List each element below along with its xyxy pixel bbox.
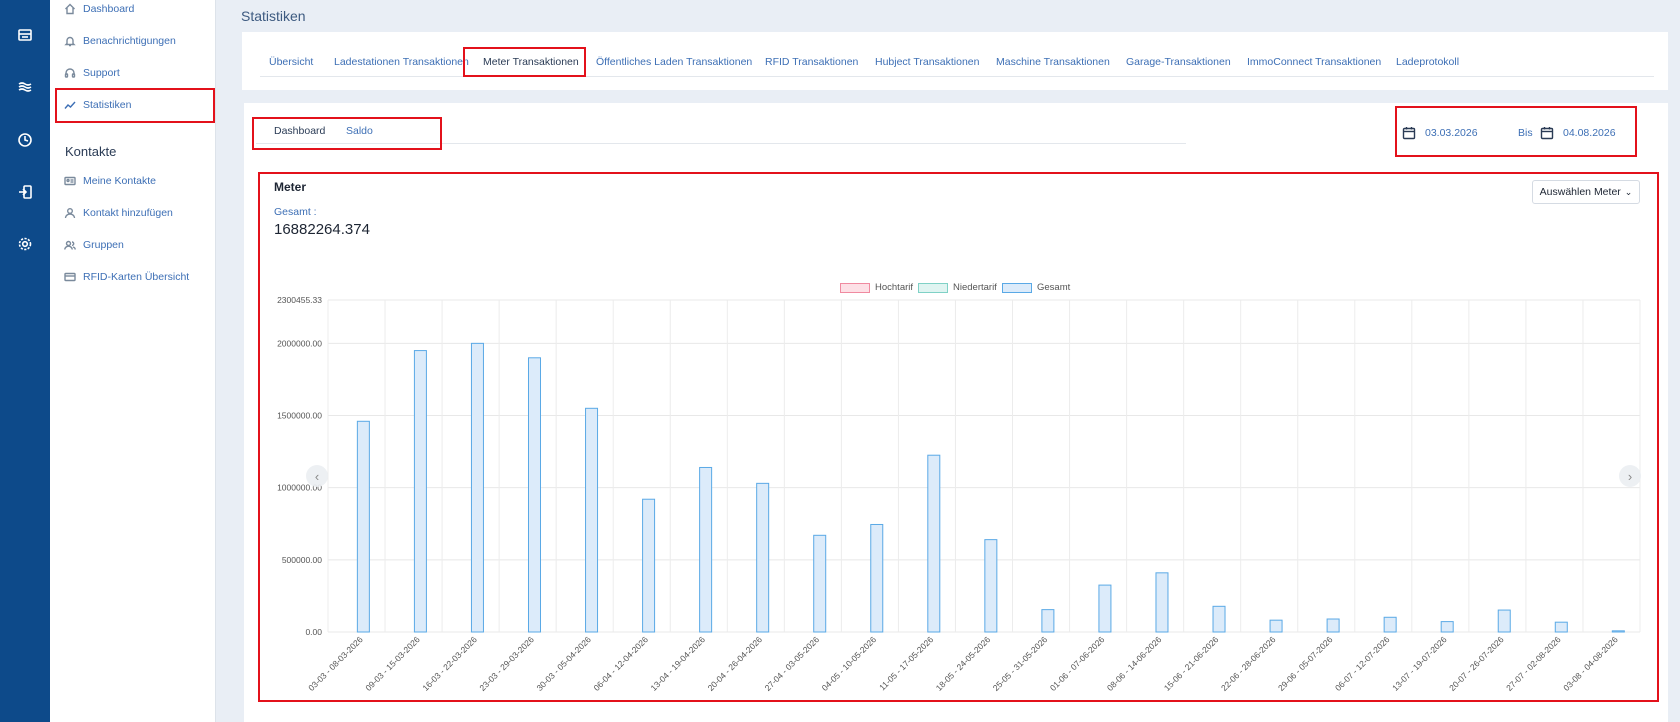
x-tick-label: 25-05 - 31-05-2026 xyxy=(991,634,1050,693)
y-tick-label: 0.00 xyxy=(305,627,322,637)
bar-gesamt xyxy=(1155,572,1169,633)
bar-gesamt xyxy=(813,534,827,633)
x-tick-label: 01-06 - 07-06-2026 xyxy=(1048,634,1107,693)
chevron-right-icon: › xyxy=(1627,468,1633,484)
bar-gesamt xyxy=(1611,630,1625,633)
bar-gesamt xyxy=(1041,609,1055,633)
x-tick-label: 03-03 - 08-03-2026 xyxy=(306,634,365,693)
bar-gesamt xyxy=(699,466,713,633)
x-tick-label: 29-06 - 05-07-2026 xyxy=(1276,634,1335,693)
chevron-left-icon: ‹ xyxy=(314,468,320,484)
x-tick-label: 11-05 - 17-05-2026 xyxy=(877,634,935,692)
bar-gesamt xyxy=(870,523,884,633)
x-tick-label: 20-07 - 26-07-2026 xyxy=(1447,634,1506,693)
bar-gesamt xyxy=(1554,621,1568,633)
bar-gesamt xyxy=(470,342,484,633)
x-tick-label: 27-04 - 03-05-2026 xyxy=(763,634,822,693)
y-tick-label: 1500000.00 xyxy=(277,411,322,421)
bar-gesamt xyxy=(642,498,656,633)
bar-chart: 0.00500000.001000000.001500000.002000000… xyxy=(277,295,1641,693)
bar-gesamt xyxy=(756,482,770,633)
bar-gesamt xyxy=(585,407,599,633)
chart-next-button[interactable]: › xyxy=(1619,465,1641,487)
bar-gesamt xyxy=(927,454,941,633)
bar-gesamt xyxy=(527,357,541,633)
x-tick-label: 15-06 - 21-06-2026 xyxy=(1162,634,1221,693)
bar-gesamt xyxy=(1326,618,1340,633)
chart-prev-button[interactable]: ‹ xyxy=(306,465,328,487)
x-tick-label: 08-06 - 14-06-2026 xyxy=(1105,634,1164,693)
x-tick-label: 06-07 - 12-07-2026 xyxy=(1333,634,1392,693)
bar-gesamt xyxy=(1269,619,1283,633)
x-tick-label: 18-05 - 24-05-2026 xyxy=(934,634,993,693)
y-tick-label: 500000.00 xyxy=(282,555,322,565)
x-tick-label: 04-05 - 10-05-2026 xyxy=(820,634,879,693)
bar-gesamt xyxy=(1497,609,1511,633)
bar-gesamt xyxy=(413,350,427,633)
bar-gesamt xyxy=(1440,621,1454,633)
y-tick-label: 2300455.33 xyxy=(277,295,322,305)
bar-gesamt xyxy=(1383,616,1397,633)
x-tick-label: 27-07 - 02-08-2026 xyxy=(1504,634,1563,693)
x-tick-label: 30-03 - 05-04-2026 xyxy=(534,634,593,693)
y-tick-label: 2000000.00 xyxy=(277,338,322,348)
x-tick-label: 13-04 - 19-04-2026 xyxy=(649,634,708,693)
x-tick-label: 16-03 - 22-03-2026 xyxy=(420,634,479,693)
x-tick-label: 06-04 - 12-04-2026 xyxy=(591,634,650,693)
bar-gesamt xyxy=(1212,605,1226,633)
x-tick-label: 22-06 - 28-06-2026 xyxy=(1219,634,1278,693)
bar-gesamt xyxy=(1098,584,1112,633)
x-tick-label: 23-03 - 29-03-2026 xyxy=(477,634,536,693)
x-tick-label: 09-03 - 15-03-2026 xyxy=(363,634,422,693)
bar-gesamt xyxy=(984,539,998,633)
bar-gesamt xyxy=(356,420,370,633)
x-tick-label: 20-04 - 26-04-2026 xyxy=(706,634,765,693)
x-tick-label: 13-07 - 19-07-2026 xyxy=(1390,634,1449,693)
x-tick-label: 03-08 - 04-08-2026 xyxy=(1561,634,1620,693)
